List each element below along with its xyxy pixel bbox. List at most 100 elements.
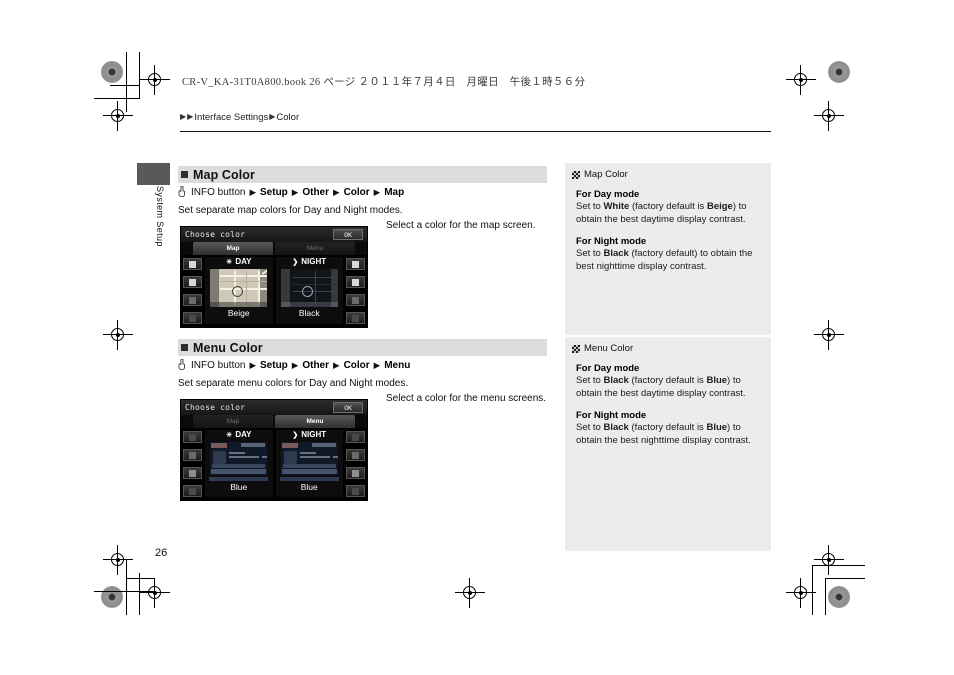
night-color-name: Black <box>298 307 320 318</box>
nav-tab-menu[interactable]: Menu <box>275 242 355 255</box>
halftone-square-icon <box>572 344 580 353</box>
halftone-square-icon <box>572 170 580 179</box>
section-description-menu-color: Set separate menu colors for Day and Nig… <box>178 378 409 389</box>
color-swatch-button[interactable] <box>346 312 365 324</box>
color-swatch-button[interactable] <box>183 485 202 497</box>
info-sub-heading: For Day mode <box>576 189 640 200</box>
night-mode-label: ❯ NIGHT <box>292 257 326 267</box>
registration-dot-bottom-left <box>101 586 123 608</box>
color-swatch-button[interactable] <box>346 449 365 461</box>
day-mode-label: ☀ DAY <box>226 257 252 267</box>
registration-mark-top-left-2 <box>103 101 133 131</box>
sun-icon: ☀ <box>226 258 233 266</box>
crop-line-tl-h2 <box>110 85 140 86</box>
breadcrumb-arrow-icon-2: ▶ <box>187 112 194 121</box>
info-panel-title: Map Color <box>584 169 628 180</box>
info-panel-header: Map Color <box>565 163 771 183</box>
moon-arrow-icon: ❯ <box>292 258 299 266</box>
night-mode-pane[interactable]: ❯ NIGHT Black <box>275 257 343 324</box>
nav-tab-map[interactable]: Map <box>193 242 273 255</box>
registration-mark-right-middle <box>814 320 844 350</box>
nav-tab-map[interactable]: Map <box>193 415 273 428</box>
registration-mark-top-right-2 <box>814 101 844 131</box>
color-swatch-button[interactable] <box>183 294 202 306</box>
info-panel-header: Menu Color <box>565 337 771 357</box>
crop-line-tl-h <box>94 98 140 99</box>
info-panel-map-color: Map Color For Day mode Set to White (fac… <box>565 163 771 335</box>
crop-line-br-h <box>825 578 865 579</box>
day-mode-label: ☀ DAY <box>226 430 252 440</box>
info-panel-body: For Day mode Set to White (factory defau… <box>565 183 771 284</box>
day-mode-pane[interactable]: ☀ DAY Beige <box>205 257 273 324</box>
nav-screen-tabs: Map Menu <box>181 415 367 428</box>
nav-path-start: INFO button <box>191 360 246 371</box>
nav-arrow-icon-4: ▶ <box>373 360 381 371</box>
color-swatch-button[interactable] <box>183 312 202 324</box>
nav-arrow-icon-2: ▶ <box>291 360 299 371</box>
nav-screen-tabs: Map Menu <box>181 242 367 255</box>
nav-screen-menu-color[interactable]: Choose color OK Map Menu ☀ DAY Blue ❯ NI… <box>180 399 368 501</box>
day-mode-pane[interactable]: ☀ DAY Blue <box>205 430 273 497</box>
nav-screen-title: Choose color <box>185 230 246 239</box>
sun-icon: ☀ <box>226 431 233 439</box>
crop-line-bottom-left-h2 <box>126 578 154 579</box>
nav-path-step-other: Other <box>302 187 330 198</box>
nav-tab-menu[interactable]: Menu <box>275 415 355 428</box>
menu-preview-night <box>280 441 338 475</box>
info-panel-body: For Day mode Set to Black (factory defau… <box>565 357 771 458</box>
nav-path-start: INFO button <box>191 187 246 198</box>
registration-mark-bottom-left-2 <box>140 578 170 608</box>
color-swatch-button[interactable] <box>183 431 202 443</box>
color-swatch-button[interactable] <box>346 485 365 497</box>
info-paragraph: Set to White (factory default is Beige) … <box>576 201 747 225</box>
color-swatch-button[interactable] <box>183 276 202 288</box>
page-number: 26 <box>155 547 168 559</box>
registration-mark-bottom-center <box>455 578 485 608</box>
color-swatch-button[interactable] <box>346 467 365 479</box>
crop-line-bottom-left-v2 <box>139 573 140 615</box>
nav-screen-titlebar: Choose color OK <box>181 227 367 242</box>
info-panel-menu-color: Menu Color For Day mode Set to Black (fa… <box>565 337 771 551</box>
breadcrumb: ▶ ▶ Interface Settings ▶ Color <box>180 112 299 123</box>
registration-dot-top-left <box>101 61 123 83</box>
nav-screen-titlebar: Choose color OK <box>181 400 367 415</box>
nav-screen-title: Choose color <box>185 403 246 412</box>
nav-path-step-color: Color <box>343 187 370 198</box>
registration-mark-left-middle <box>103 320 133 350</box>
day-mode-text: DAY <box>235 257 252 266</box>
color-swatch-button[interactable] <box>183 258 202 270</box>
ok-button[interactable]: OK <box>333 229 363 240</box>
color-swatch-rail-left <box>181 255 204 327</box>
breadcrumb-arrow-icon-3: ▶ <box>269 112 276 121</box>
manual-page: CR-V_KA-31T0A800.book 26 ページ ２０１１年７月４日 月… <box>0 0 954 675</box>
section-bullet-icon <box>181 344 188 351</box>
crop-line-bottom-left-v <box>126 560 127 615</box>
nav-path-step-color: Color <box>343 360 370 371</box>
color-swatch-button[interactable] <box>346 258 365 270</box>
day-mode-text: DAY <box>235 430 252 439</box>
color-swatch-button[interactable] <box>183 467 202 479</box>
nav-arrow-icon-3: ▶ <box>333 187 340 198</box>
registration-mark-top-right <box>786 65 816 95</box>
nav-path-step-setup: Setup <box>260 360 288 371</box>
color-swatch-button[interactable] <box>346 431 365 443</box>
nav-arrow-icon-1: ▶ <box>249 360 257 371</box>
nav-arrow-icon-4: ▶ <box>373 187 381 198</box>
color-swatch-button[interactable] <box>346 294 365 306</box>
map-preview-night <box>280 268 338 307</box>
color-swatch-button[interactable] <box>183 449 202 461</box>
hand-press-icon <box>178 185 187 197</box>
breadcrumb-arrow-icon-1: ▶ <box>180 112 187 121</box>
ok-button[interactable]: OK <box>333 402 363 413</box>
section-bullet-icon <box>181 171 188 178</box>
info-paragraph: Set to Black (factory default is Blue) t… <box>576 422 751 446</box>
color-swatch-button[interactable] <box>346 276 365 288</box>
nav-screen-map-color[interactable]: Choose color OK Map Menu ☀ DAY Beige ❯ N… <box>180 226 368 328</box>
registration-mark-top-left <box>140 65 170 95</box>
section-description-map-color: Set separate map colors for Day and Nigh… <box>178 205 403 216</box>
night-mode-pane[interactable]: ❯ NIGHT Blue <box>275 430 343 497</box>
header-rule <box>180 131 771 133</box>
moon-arrow-icon: ❯ <box>292 431 299 439</box>
nav-path-map-color: INFO button ▶ Setup ▶ Other ▶ Color ▶ Ma… <box>178 185 404 198</box>
nav-arrow-icon-3: ▶ <box>333 360 340 371</box>
